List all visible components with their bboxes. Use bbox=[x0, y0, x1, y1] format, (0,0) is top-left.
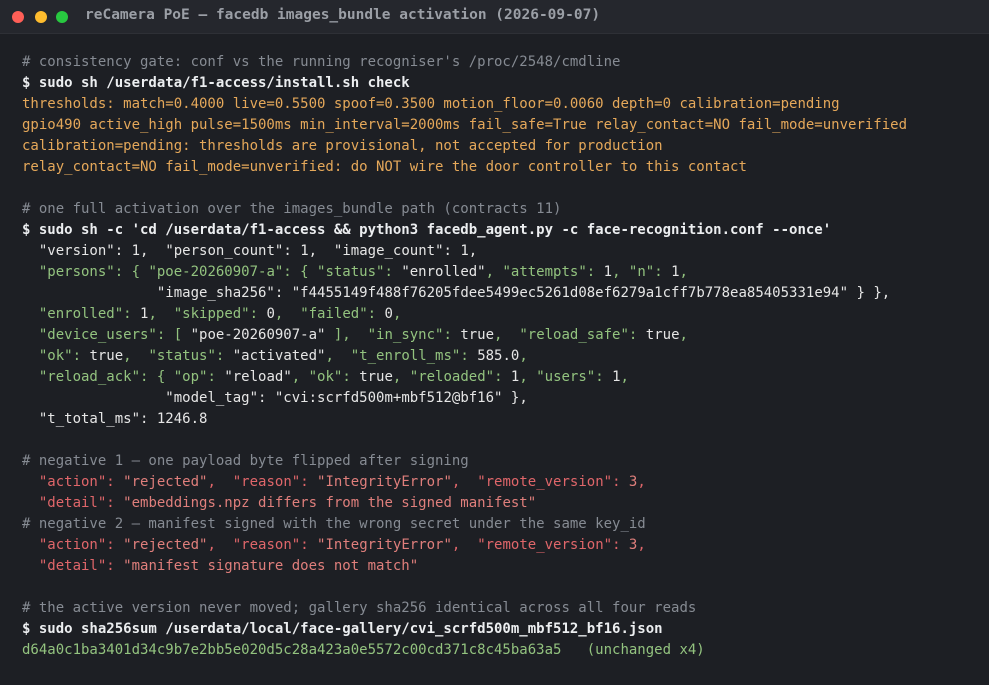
title-bar: reCamera PoE — facedb images_bundle acti… bbox=[0, 0, 989, 34]
terminal-output-line: "model_tag": "cvi:scrfd500m+mbf512@bf16"… bbox=[165, 390, 528, 406]
terminal-output-line: "enrolled": 1, "skipped": 0, "failed": 0… bbox=[38, 306, 402, 322]
json-token: 1 bbox=[140, 306, 149, 322]
terminal-comment-line: # negative 2 — manifest signed with the … bbox=[22, 516, 646, 532]
terminal-comment-line: # negative 1 — one payload byte flipped … bbox=[22, 453, 469, 469]
json-key: "person_count" bbox=[165, 243, 284, 259]
json-token: "detail" bbox=[38, 495, 107, 511]
terminal-output-line: d64a0c1ba3401d34c9b7e2bb5e020d5c28a423a0… bbox=[22, 642, 705, 658]
terminal-output-line: "device_users": [ "poe-20260907-a" ], "i… bbox=[38, 327, 688, 343]
json-token: true bbox=[89, 348, 124, 364]
terminal-output-line: thresholds: match=0.4000 live=0.5500 spo… bbox=[22, 96, 840, 112]
terminal-output-line: "version": 1, "person_count": 1, "image_… bbox=[38, 243, 478, 259]
terminal-output-line: "image_sha256": "f4455149f488f76205fdee5… bbox=[156, 285, 891, 301]
json-token: "reason" bbox=[232, 537, 301, 553]
terminal-output-line: "ok": true, "status": "activated", "t_en… bbox=[38, 348, 528, 364]
terminal-output-line: calibration=pending: thresholds are prov… bbox=[22, 138, 663, 154]
terminal-comment-line: # the active version never moved; galler… bbox=[22, 600, 697, 616]
json-token: "activated" bbox=[232, 348, 326, 364]
json-key: "model_tag" bbox=[165, 390, 259, 406]
json-token: 1 bbox=[510, 369, 520, 385]
json-token: 1 bbox=[603, 264, 613, 280]
json-token: "users" bbox=[536, 369, 596, 385]
json-token: "poe-20260907-a" bbox=[190, 327, 326, 343]
terminal-output-line: "detail": "embeddings.npz differs from t… bbox=[38, 495, 537, 511]
json-token: "skipped" bbox=[173, 306, 250, 322]
json-token: "reloaded" bbox=[409, 369, 495, 385]
close-window-button[interactable] bbox=[12, 11, 24, 23]
json-token: "action" bbox=[38, 474, 107, 490]
json-token: "t_enroll_ms" bbox=[350, 348, 461, 364]
json-key: "version" bbox=[38, 243, 115, 259]
json-token: true bbox=[645, 327, 680, 343]
json-token: "status" bbox=[148, 348, 216, 364]
json-token: "n" bbox=[628, 264, 655, 280]
json-token: true bbox=[460, 327, 495, 343]
json-key: "t_total_ms" bbox=[38, 411, 141, 427]
json-token: 0 bbox=[384, 306, 393, 322]
terminal-output[interactable]: # consistency gate: conf vs the running … bbox=[22, 52, 907, 661]
terminal-output-line: "detail": "manifest signature does not m… bbox=[38, 558, 419, 574]
terminal-output-line: "action": "rejected", "reason": "Integri… bbox=[38, 537, 646, 553]
json-token: "poe-20260907-a" bbox=[148, 264, 284, 280]
json-token: "remote_version" bbox=[477, 474, 613, 490]
json-token: "reload_ack" bbox=[38, 369, 141, 385]
json-token: "device_users" bbox=[38, 327, 157, 343]
minimize-window-button[interactable] bbox=[35, 11, 47, 23]
json-token: "op" bbox=[173, 369, 208, 385]
json-token: 585.0 bbox=[477, 348, 520, 364]
json-token: "reason" bbox=[232, 474, 301, 490]
terminal-output-line: gpio490 active_high pulse=1500ms min_int… bbox=[22, 117, 908, 133]
json-token: "IntegrityError" bbox=[317, 474, 452, 490]
terminal-output-line: relay_contact=NO fail_mode=unverified: d… bbox=[22, 159, 747, 175]
json-token: "detail" bbox=[38, 558, 107, 574]
json-token: 3 bbox=[628, 537, 638, 553]
json-token: "attempts" bbox=[502, 264, 587, 280]
terminal-output-line: "action": "rejected", "reason": "Integri… bbox=[38, 474, 646, 490]
json-token: "enrolled" bbox=[401, 264, 486, 280]
json-token: 0 bbox=[266, 306, 275, 322]
json-token: "action" bbox=[38, 537, 107, 553]
terminal-comment-line: # one full activation over the images_bu… bbox=[22, 201, 562, 217]
json-token: "reload_safe" bbox=[519, 327, 629, 343]
json-token: "manifest signature does not match" bbox=[123, 558, 419, 574]
json-token: "enrolled" bbox=[38, 306, 124, 322]
terminal-output-line: "reload_ack": { "op": "reload", "ok": tr… bbox=[38, 369, 629, 385]
json-token: 1 bbox=[612, 369, 621, 385]
terminal-comment-line: # consistency gate: conf vs the running … bbox=[22, 54, 621, 70]
json-key: "image_count" bbox=[333, 243, 444, 259]
terminal-command-line: $ sudo sha256sum /userdata/local/face-ga… bbox=[22, 621, 663, 637]
json-token: "in_sync" bbox=[367, 327, 444, 343]
maximize-window-button[interactable] bbox=[56, 11, 68, 23]
terminal-command-line: $ sudo sh /userdata/f1-access/install.sh… bbox=[22, 75, 410, 91]
terminal-output-line: "persons": { "poe-20260907-a": { "status… bbox=[38, 264, 688, 280]
json-token: "persons" bbox=[38, 264, 115, 280]
terminal-command-line: $ sudo sh -c 'cd /userdata/f1-access && … bbox=[22, 222, 832, 238]
json-token: "ok" bbox=[38, 348, 73, 364]
json-token: "status" bbox=[317, 264, 385, 280]
json-token: true bbox=[359, 369, 393, 385]
json-token: "reload" bbox=[224, 369, 292, 385]
json-token: "failed" bbox=[300, 306, 368, 322]
json-token: "remote_version" bbox=[477, 537, 613, 553]
json-token: "ok" bbox=[308, 369, 343, 385]
json-token: "embeddings.npz differs from the signed … bbox=[123, 495, 537, 511]
json-key: "image_sha256" bbox=[156, 285, 275, 301]
json-token: "IntegrityError" bbox=[317, 537, 452, 553]
window-title: reCamera PoE — facedb images_bundle acti… bbox=[85, 7, 601, 23]
json-token: "rejected" bbox=[123, 537, 208, 553]
json-token: 1 bbox=[671, 264, 680, 280]
json-token: "rejected" bbox=[123, 474, 208, 490]
json-token: 3 bbox=[628, 474, 638, 490]
terminal-output-line: "t_total_ms": 1246.8 bbox=[38, 411, 208, 427]
